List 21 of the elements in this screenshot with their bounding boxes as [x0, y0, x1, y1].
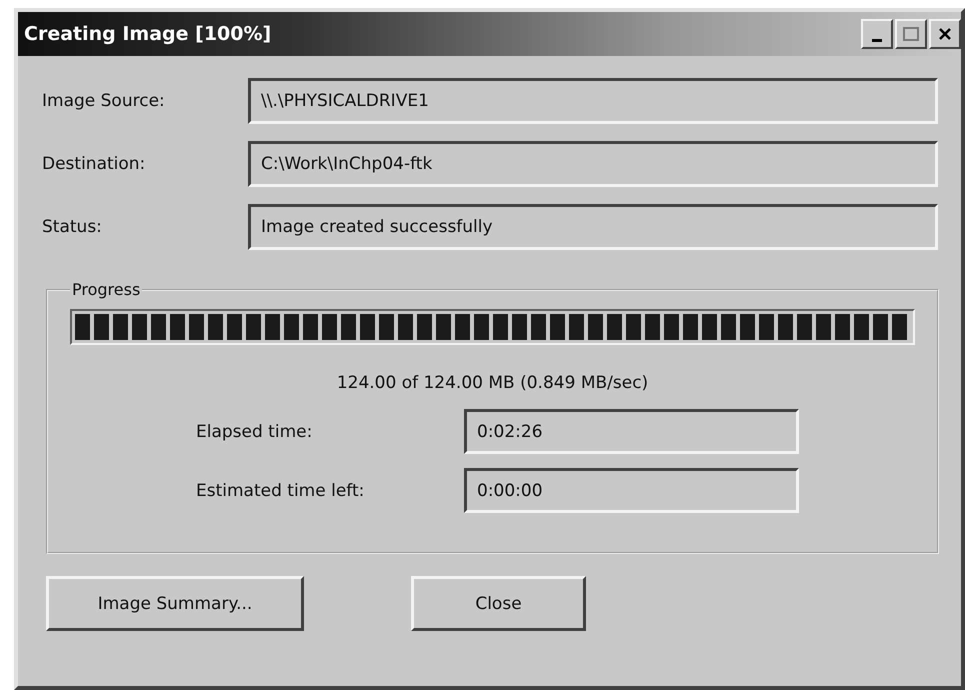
time-label: Elapsed time: — [196, 422, 314, 442]
window-title: Creating Image [100%] — [24, 23, 272, 45]
field-label: Status: — [42, 217, 103, 237]
readonly-field[interactable]: Image created successfully — [248, 204, 938, 250]
readonly-field[interactable]: C:\Work\InChp04-ftk — [248, 141, 938, 187]
transfer-reading: 124.00 of 124.00 MB (0.849 MB/sec) — [336, 373, 648, 393]
close-button[interactable] — [929, 19, 961, 49]
time-field[interactable]: 0:00:00 — [464, 468, 799, 513]
close-dialog-button[interactable]: Close — [411, 576, 586, 631]
minimize-button[interactable] — [861, 19, 893, 49]
readonly-field[interactable]: \\.\PHYSICALDRIVE1 — [248, 78, 938, 124]
time-label: Estimated time left: — [196, 480, 366, 500]
close-icon — [938, 27, 952, 41]
maximize-button[interactable] — [895, 19, 927, 49]
field-label: Destination: — [42, 154, 146, 174]
maximize-icon — [903, 27, 919, 41]
minimize-icon — [872, 38, 882, 42]
summary-button[interactable]: Image Summary... — [46, 576, 304, 631]
field-label: Image Source: — [42, 91, 166, 111]
time-field[interactable]: 0:02:26 — [464, 409, 799, 454]
group-title: Progress — [71, 280, 142, 299]
